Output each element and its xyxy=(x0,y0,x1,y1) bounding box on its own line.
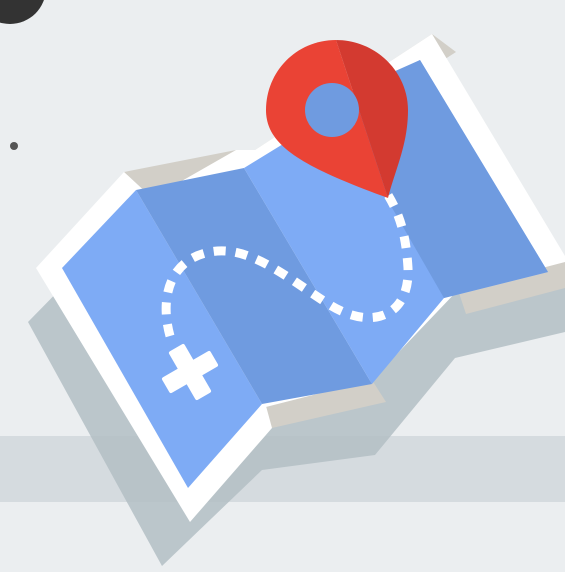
top-left-circle xyxy=(0,0,44,24)
folded-map-illustration xyxy=(0,0,565,566)
map-pin-hole xyxy=(305,83,359,137)
bullet-dot xyxy=(10,142,18,150)
map-illustration-stage xyxy=(0,0,565,572)
